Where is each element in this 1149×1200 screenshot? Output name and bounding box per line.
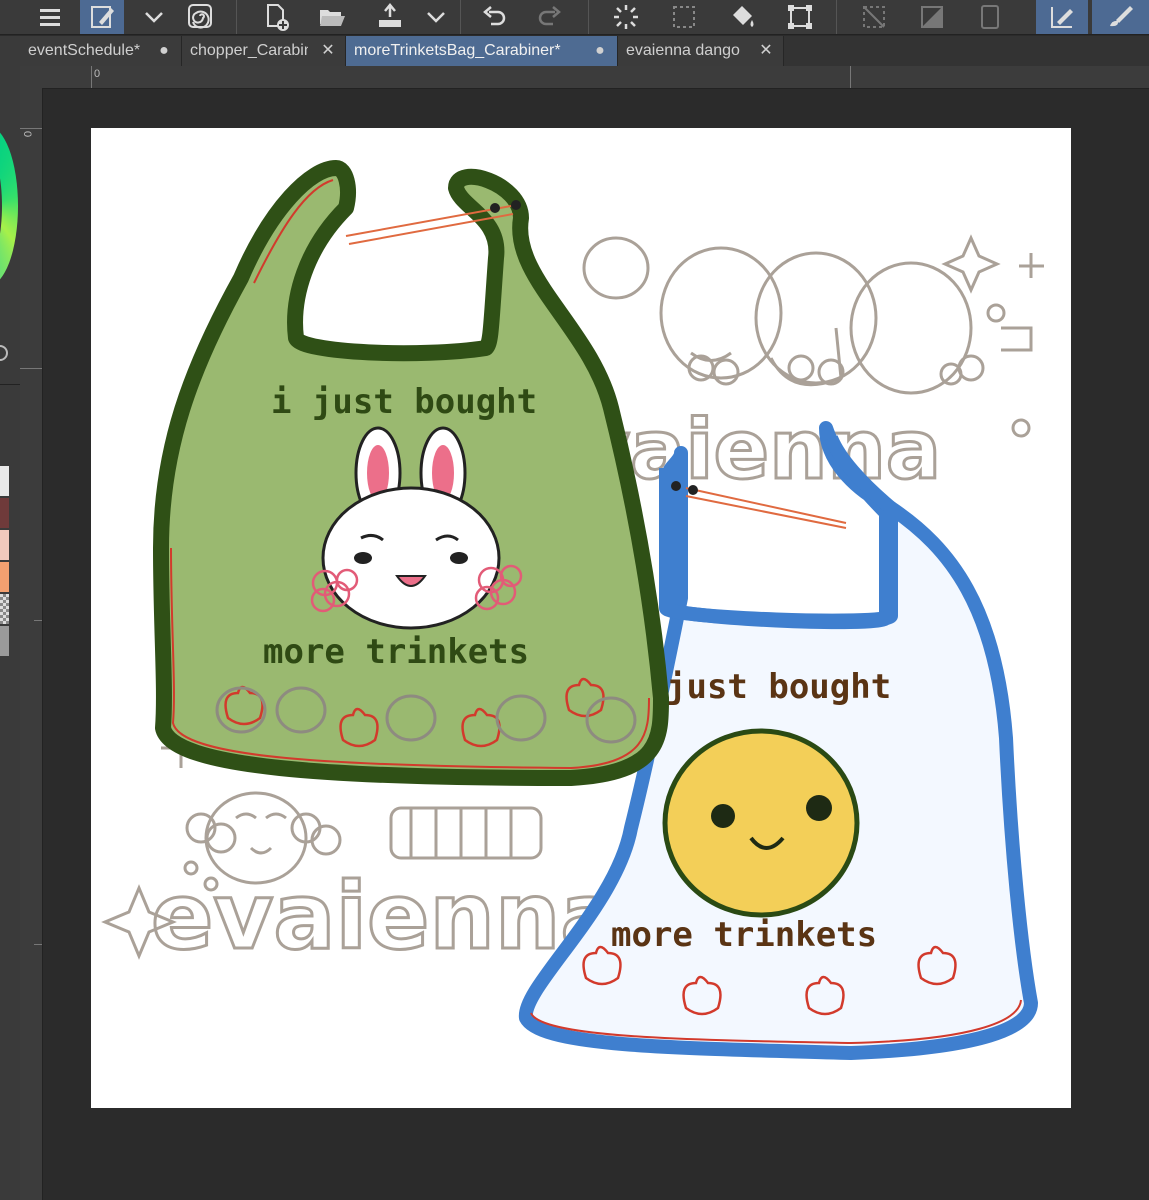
tab-chopper-carabiner[interactable]: chopper_Carabiner ✕	[182, 36, 346, 66]
blue-bag-line1: just bought	[666, 667, 891, 707]
ruler-origin-label: 0	[21, 130, 34, 138]
horizontal-ruler[interactable]	[20, 66, 1149, 89]
transparent-swatch[interactable]	[0, 594, 9, 624]
tab-more-trinkets-bag[interactable]: moreTrinketsBag_Carabiner* ●	[346, 36, 618, 66]
tab-label: eventSchedule*	[28, 42, 141, 59]
tab-event-schedule[interactable]: eventSchedule* ●	[20, 36, 182, 66]
unsaved-dot-icon[interactable]: ●	[155, 41, 173, 61]
tab-label: moreTrinketsBag_Carabiner*	[354, 42, 561, 59]
spiral-icon[interactable]	[178, 0, 222, 34]
ruler-tick	[20, 128, 42, 129]
menu-icon[interactable]	[28, 0, 72, 34]
export-icon[interactable]	[368, 0, 412, 34]
vertical-ruler[interactable]	[20, 88, 43, 1200]
edit-layer-icon[interactable]	[1036, 0, 1088, 34]
blue-bag-line2: more trinkets	[611, 915, 877, 955]
brush-icon[interactable]	[1092, 0, 1149, 34]
left-panel	[0, 36, 20, 1200]
color-swatch[interactable]	[0, 466, 9, 496]
green-bag-line2: more trinkets	[263, 632, 529, 672]
watermark-text: evaienna	[151, 863, 622, 970]
ruler-tick	[34, 620, 42, 621]
main-toolbar	[0, 0, 1149, 35]
clear-selection-icon[interactable]	[852, 0, 896, 34]
new-document-icon[interactable]	[254, 0, 298, 34]
transform-icon[interactable]	[778, 0, 822, 34]
color-swatch[interactable]	[0, 626, 9, 656]
fill-bucket-icon[interactable]	[720, 0, 764, 34]
ruler-origin-label: 0	[94, 68, 101, 80]
spinner-icon[interactable]	[604, 0, 648, 34]
panel-divider	[0, 384, 20, 385]
color-swatch[interactable]	[0, 498, 9, 528]
tab-label: chopper_Carabiner	[190, 42, 308, 59]
redo-icon[interactable]	[528, 0, 572, 34]
color-swatch[interactable]	[0, 562, 9, 592]
artwork: evaienna evaienna just bought more trink…	[101, 160, 1044, 1060]
smiley-face	[662, 728, 860, 918]
ruler-tick	[850, 66, 851, 88]
unsaved-dot-icon[interactable]: ●	[591, 41, 609, 61]
chevron-down-icon[interactable]	[134, 0, 174, 34]
tab-label: evaienna dango	[626, 42, 740, 59]
document-tab-bar: eventSchedule* ● chopper_Carabiner ✕ mor…	[20, 36, 1149, 66]
color-wheel[interactable]	[0, 126, 18, 286]
toolbar-separator	[460, 0, 461, 34]
close-icon[interactable]: ✕	[757, 41, 775, 61]
drawing-canvas[interactable]: evaienna evaienna just bought more trink…	[91, 128, 1071, 1108]
select-area-icon[interactable]	[662, 0, 706, 34]
toolbar-separator	[588, 0, 589, 34]
crop-icon[interactable]	[968, 0, 1012, 34]
invert-selection-icon[interactable]	[910, 0, 954, 34]
ruler-tick	[34, 944, 42, 945]
tab-evaienna-dango[interactable]: evaienna dango ✕	[618, 36, 784, 66]
ruler-tick	[91, 66, 92, 88]
ruler-tick	[20, 368, 42, 369]
chevron-down-icon[interactable]	[416, 0, 456, 34]
panel-tool-icon[interactable]	[0, 338, 9, 368]
undo-icon[interactable]	[472, 0, 516, 34]
toolbar-separator	[236, 0, 237, 34]
close-icon[interactable]: ✕	[319, 41, 337, 61]
toolbar-separator	[836, 0, 837, 34]
pen-edit-icon[interactable]	[80, 0, 124, 34]
folder-open-icon[interactable]	[310, 0, 354, 34]
green-bag-line1: i just bought	[271, 382, 537, 422]
color-swatch[interactable]	[0, 530, 9, 560]
